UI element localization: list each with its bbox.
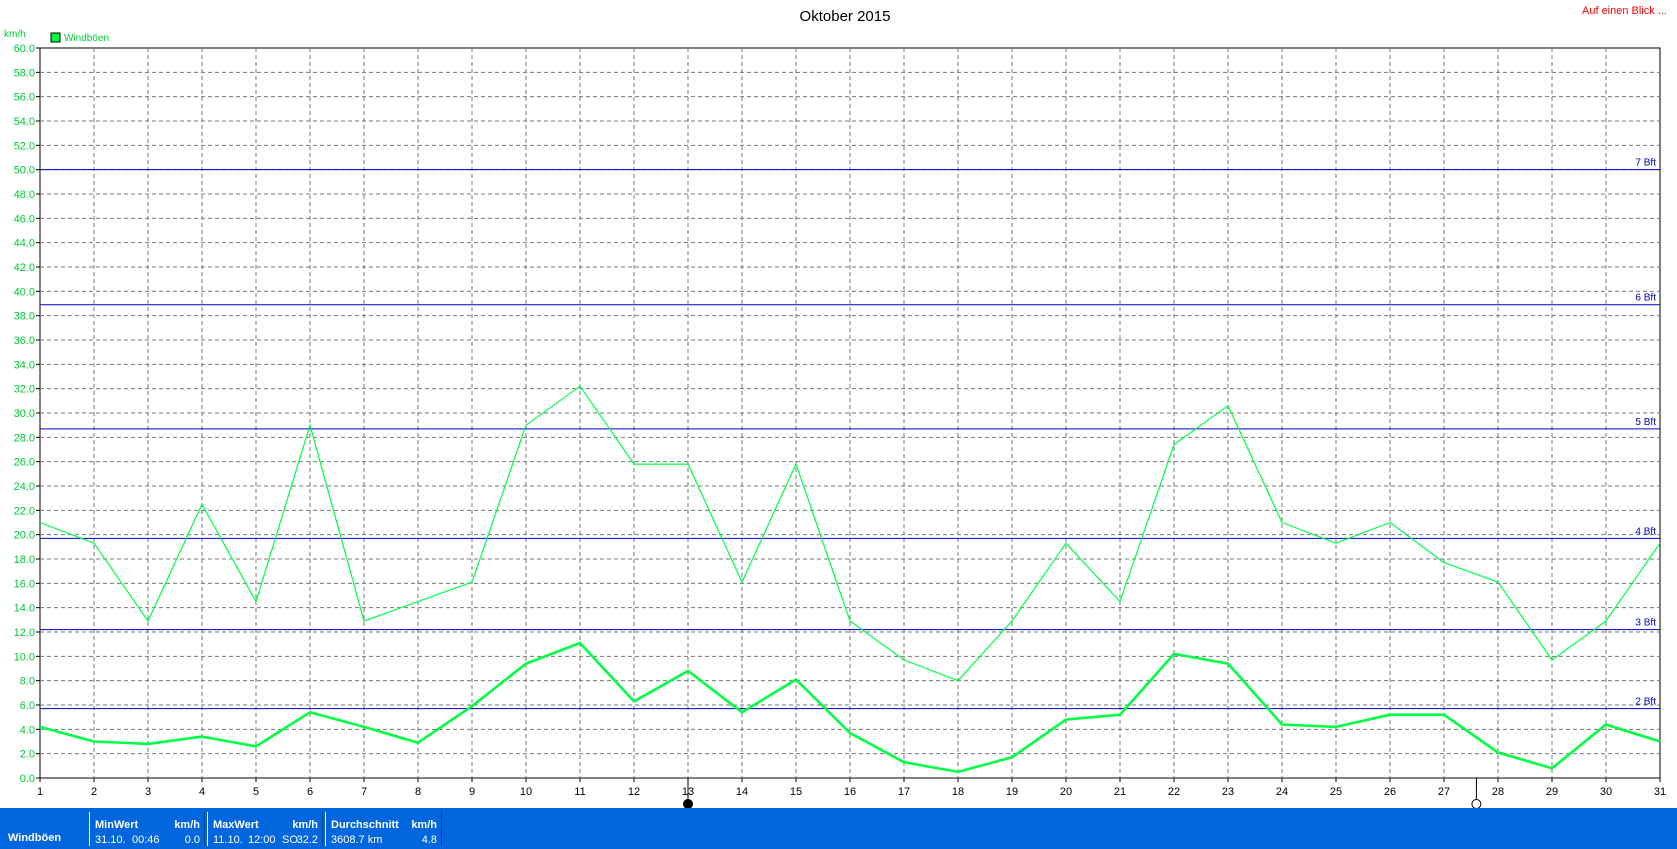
y-tick-label: 34.0 [14, 359, 35, 371]
chart-title: Oktober 2015 [800, 8, 891, 25]
stats-series-label: Windböen [8, 832, 62, 844]
x-tick-label: 17 [898, 786, 910, 798]
y-tick-label: 26.0 [14, 457, 35, 469]
new-moon-icon [683, 799, 693, 808]
x-tick-label: 20 [1060, 786, 1072, 798]
beaufort-label: 6 Bft [1635, 293, 1656, 304]
y-tick-label: 16.0 [14, 578, 35, 590]
min-stat-box: MinWert km/h 31.10. 00:46 0.0 [89, 812, 205, 846]
beaufort-label: 3 Bft [1635, 618, 1656, 629]
overview-link[interactable]: Auf einen Blick ... [1582, 5, 1667, 17]
y-tick-label: 12.0 [14, 627, 35, 639]
x-tick-label: 3 [145, 786, 151, 798]
avg-unit: km/h [411, 819, 437, 831]
avg-header: Durchschnitt [331, 819, 399, 831]
max-unit: km/h [292, 819, 318, 831]
y-tick-label: 52.0 [14, 140, 35, 152]
y-tick-label: 24.0 [14, 481, 35, 493]
y-tick-label: 6.0 [20, 700, 35, 712]
x-tick-label: 30 [1600, 786, 1612, 798]
legend-label: Windböen [64, 33, 109, 44]
x-tick-label: 6 [307, 786, 313, 798]
y-tick-label: 46.0 [14, 213, 35, 225]
x-tick-label: 23 [1222, 786, 1234, 798]
x-tick-label: 29 [1546, 786, 1558, 798]
x-tick-label: 15 [790, 786, 802, 798]
y-tick-label: 0.0 [20, 773, 35, 785]
x-tick-label: 12 [628, 786, 640, 798]
y-tick-label: 50.0 [14, 165, 35, 177]
y-tick-label: 4.0 [20, 724, 35, 736]
max-stat-box: MaxWert km/h 11.10. 12:00 SO 32.2 [207, 812, 323, 846]
stats-bar: Windböen MinWert km/h 31.10. 00:46 0.0 M… [0, 808, 1677, 849]
x-tick-label: 2 [91, 786, 97, 798]
x-tick-label: 4 [199, 786, 205, 798]
y-tick-label: 18.0 [14, 554, 35, 566]
x-tick-label: 28 [1492, 786, 1504, 798]
y-tick-label: 58.0 [14, 67, 35, 79]
min-value: 0.0 [184, 834, 200, 846]
x-tick-label: 5 [253, 786, 259, 798]
y-tick-label: 8.0 [20, 676, 35, 688]
y-tick-label: 42.0 [14, 262, 35, 274]
beaufort-label: 7 Bft [1635, 158, 1656, 169]
y-tick-label: 22.0 [14, 505, 35, 517]
x-tick-label: 22 [1168, 786, 1180, 798]
min-unit: km/h [174, 819, 200, 831]
max-value: 32.2 [296, 834, 318, 846]
y-tick-label: 28.0 [14, 432, 35, 444]
beaufort-label: 4 Bft [1635, 526, 1656, 537]
x-tick-label: 19 [1006, 786, 1018, 798]
x-tick-label: 25 [1330, 786, 1342, 798]
y-tick-label: 56.0 [14, 92, 35, 104]
y-tick-label: 36.0 [14, 335, 35, 347]
x-tick-label: 16 [844, 786, 856, 798]
legend-swatch [50, 32, 61, 43]
y-tick-label: 2.0 [20, 749, 35, 761]
beaufort-label: 5 Bft [1635, 417, 1656, 428]
max-header: MaxWert [213, 819, 259, 831]
y-tick-label: 40.0 [14, 286, 35, 298]
y-tick-label: 44.0 [14, 238, 35, 250]
max-time: 12:00 [248, 834, 276, 846]
x-tick-label: 8 [415, 786, 421, 798]
max-date: 11.10. [213, 834, 243, 846]
full-moon-icon [1471, 799, 1482, 808]
y-tick-label: 48.0 [14, 189, 35, 201]
x-tick-label: 24 [1276, 786, 1288, 798]
avg-distance: 3608.7 km [331, 834, 383, 846]
y-tick-label: 54.0 [14, 116, 35, 128]
max-direction: SO [282, 834, 298, 846]
min-date: 31.10. [95, 834, 126, 846]
y-tick-label: 10.0 [14, 651, 35, 663]
x-tick-label: 18 [952, 786, 964, 798]
chart: Oktober 2015 km/h Windböen 2 Bft 3 Bft 4 B… [4, 8, 1666, 808]
y-tick-label: 60.0 [14, 43, 35, 55]
avg-stat-box: Durchschnitt km/h 3608.7 km 4.8 [325, 812, 442, 846]
x-tick-label: 11 [574, 786, 585, 798]
x-tick-label: 9 [469, 786, 475, 798]
legend: Windböen [50, 32, 109, 44]
avg-value: 4.8 [421, 834, 437, 846]
x-tick-label: 21 [1114, 786, 1126, 798]
y-tick-label: 32.0 [14, 384, 35, 396]
beaufort-label: 2 Bft [1635, 697, 1656, 708]
min-time: 00:46 [132, 834, 160, 846]
x-tick-label: 10 [520, 786, 532, 798]
x-tick-label: 26 [1384, 786, 1396, 798]
y-tick-label: 14.0 [14, 603, 35, 615]
x-tick-label: 31 [1654, 786, 1666, 798]
x-tick-label: 7 [361, 786, 367, 798]
y-axis-label: km/h [4, 29, 26, 40]
y-tick-label: 20.0 [14, 530, 35, 542]
y-tick-label: 30.0 [14, 408, 35, 420]
x-tick-label: 1 [37, 786, 43, 798]
x-tick-label: 14 [736, 786, 748, 798]
x-tick-label: 27 [1438, 786, 1450, 798]
min-header: MinWert [95, 819, 139, 831]
y-tick-label: 38.0 [14, 311, 35, 323]
